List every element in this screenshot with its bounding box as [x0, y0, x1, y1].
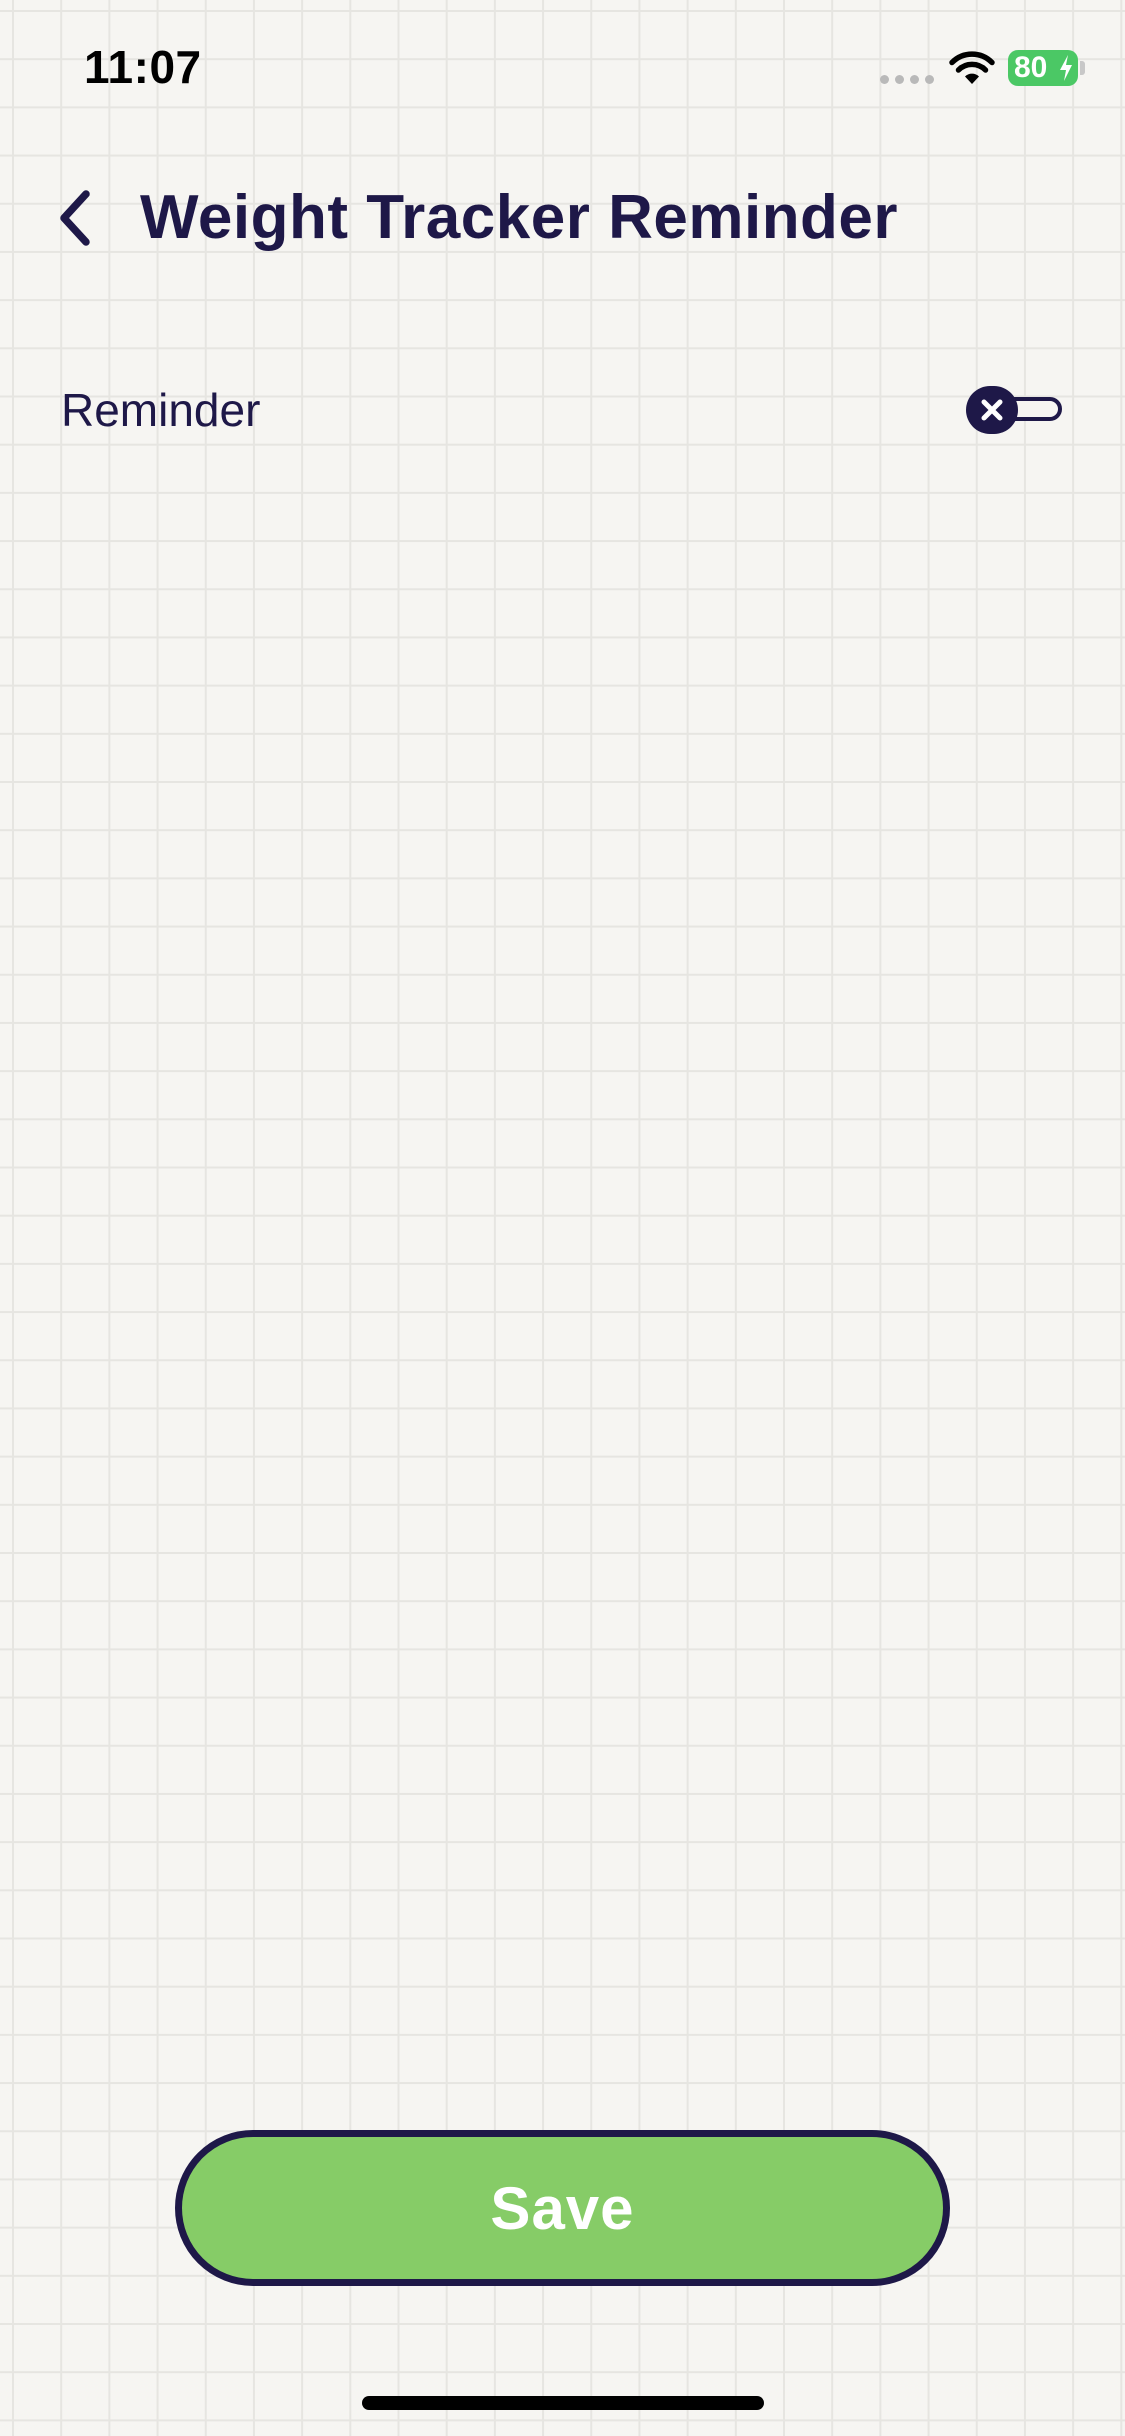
close-icon — [981, 399, 1003, 421]
reminder-setting-row: Reminder — [0, 370, 1125, 450]
charging-bolt-icon — [1060, 55, 1072, 81]
back-button[interactable] — [44, 176, 108, 260]
reminder-label: Reminder — [61, 384, 261, 436]
chevron-left-icon — [60, 190, 90, 246]
save-button-label: Save — [490, 2174, 635, 2242]
wifi-icon — [949, 51, 995, 84]
save-button[interactable]: Save — [175, 2130, 950, 2286]
status-bar: 11:07 80 — [0, 0, 1125, 130]
cellular-signal-icon — [880, 75, 934, 84]
status-time: 11:07 — [84, 41, 202, 93]
page-title: Weight Tracker Reminder — [140, 183, 899, 252]
battery-cap — [1080, 61, 1085, 75]
battery-icon: 80 — [1008, 50, 1078, 86]
battery-level: 80 — [1014, 51, 1048, 84]
toggle-knob — [966, 386, 1018, 434]
reminder-toggle[interactable] — [962, 382, 1066, 438]
home-indicator[interactable] — [362, 2396, 764, 2410]
